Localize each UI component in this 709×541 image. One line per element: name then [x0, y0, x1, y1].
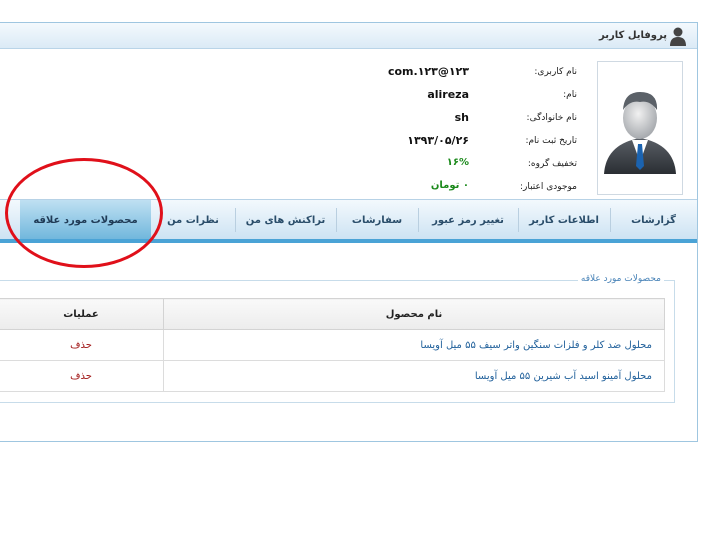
tab-my-transactions[interactable]: تراکنش های من	[235, 200, 336, 240]
tab-orders[interactable]: سفارشات	[336, 200, 418, 240]
info-register-date: تاریخ ثبت نام: ۱۳۹۳/۰۵/۲۶	[407, 134, 577, 147]
panel-header: پروفایل کاربر	[0, 23, 697, 49]
favorites-table: عملیات نام محصول حذف محلول ضد کلر و فلزا…	[0, 298, 665, 392]
tab-user-info[interactable]: اطلاعات کاربر	[518, 200, 610, 240]
avatar	[597, 61, 683, 195]
delete-link[interactable]: حذف	[0, 360, 164, 392]
profile-panel: پروفایل کاربر نام کاربری: com.۱۲۳@۱۲۳ نا…	[0, 22, 698, 442]
info-group-discount: تخفیف گروه: ۱۶%	[446, 157, 577, 169]
product-link[interactable]: محلول ضد کلر و فلزات سنگین واتر سیف ۵۵ م…	[163, 329, 665, 361]
panel-title: پروفایل کاربر	[599, 30, 667, 41]
tab-change-password[interactable]: تغییر رمز عبور	[418, 200, 518, 240]
tab-underline	[0, 239, 697, 243]
delete-link[interactable]: حذف	[0, 329, 164, 361]
tab-my-comments[interactable]: نظرات من	[151, 200, 235, 240]
tab-favorite-products[interactable]: محصولات مورد علاقه	[20, 200, 151, 240]
column-header-ops: عملیات	[0, 298, 164, 330]
table-header-row: عملیات نام محصول	[0, 298, 665, 330]
user-icon	[669, 26, 687, 46]
profile-tabs: گزارشات اطلاعات کاربر تغییر رمز عبور سفا…	[0, 199, 697, 240]
info-lastname: نام خانوادگی: sh	[454, 111, 577, 124]
user-avatar-icon	[604, 92, 676, 174]
table-row: حذف محلول آمینو اسید آب شیرین ۵۵ میل آوی…	[0, 360, 665, 392]
tab-reports[interactable]: گزارشات	[610, 200, 697, 240]
column-header-name: نام محصول	[163, 298, 665, 330]
info-credit-balance: موجودی اعتبار: ۰ تومان	[430, 180, 577, 192]
table-row: حذف محلول ضد کلر و فلزات سنگین واتر سیف …	[0, 329, 665, 361]
favorites-legend: محصولات مورد علاقه	[577, 274, 664, 284]
info-username: نام کاربری: com.۱۲۳@۱۲۳	[387, 65, 577, 78]
product-link[interactable]: محلول آمینو اسید آب شیرین ۵۵ میل آویسا	[163, 360, 665, 392]
info-firstname: نام: alireza	[427, 88, 577, 101]
